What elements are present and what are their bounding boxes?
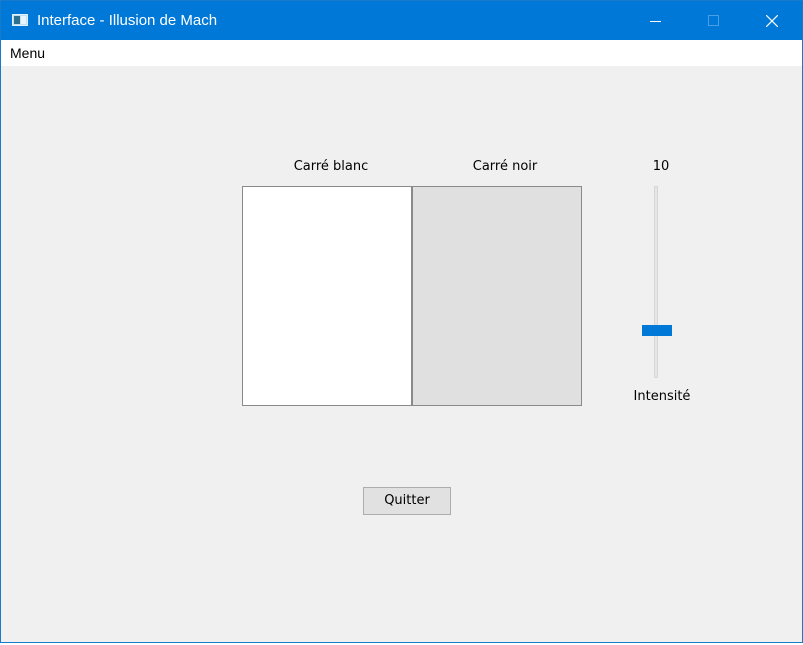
slider-value-label: 10 [652, 159, 670, 174]
intensity-slider-thumb[interactable] [642, 325, 672, 336]
title-bar[interactable]: Interface - Illusion de Mach [1, 1, 802, 40]
maximize-button[interactable] [691, 1, 737, 40]
black-square [412, 186, 582, 406]
intensity-slider-track[interactable] [654, 186, 658, 378]
menu-bar: Menu [1, 40, 802, 66]
menu-item-menu[interactable]: Menu [10, 45, 45, 61]
app-window-icon [12, 14, 28, 26]
white-square-label: Carré blanc [293, 159, 369, 174]
window-title: Interface - Illusion de Mach [37, 12, 218, 29]
black-square-label: Carré noir [472, 159, 538, 174]
close-icon [766, 15, 778, 27]
white-square [242, 186, 412, 406]
app-window: Interface - Illusion de Mach Menu Carré … [0, 0, 803, 643]
intensity-label: Intensité [633, 389, 691, 404]
minimize-button[interactable] [633, 1, 679, 40]
maximize-icon [708, 15, 719, 26]
close-button[interactable] [749, 1, 795, 40]
minimize-icon [650, 21, 661, 22]
quit-button[interactable]: Quitter [363, 487, 451, 515]
